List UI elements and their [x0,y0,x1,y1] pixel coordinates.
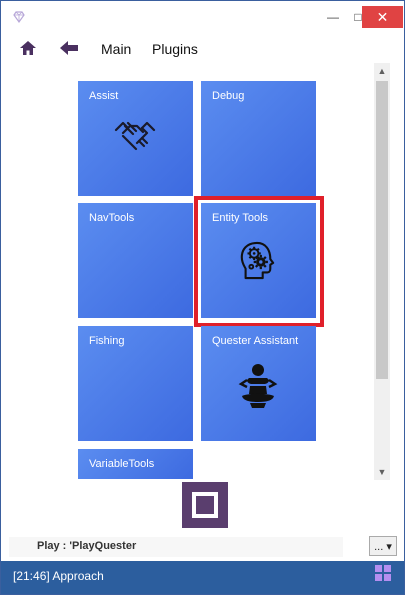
tile-variabletools[interactable]: VariableTools [78,449,193,479]
home-icon[interactable] [19,39,37,57]
grid-icon[interactable] [375,565,391,581]
play-status: Play : 'PlayQuester [9,537,343,557]
scroll-thumb[interactable] [376,81,388,379]
scroll-down-button[interactable]: ▼ [374,464,390,480]
tile-label: NavTools [89,212,135,224]
nav-bar: Main Plugins [1,33,404,63]
tile-label: Assist [89,90,119,102]
tile-fishing[interactable]: Fishing [78,326,193,441]
log-text: [21:46] Approach [13,569,104,583]
app-window: — □ ✕ Main Plugins Assist Debug NavTools… [0,0,405,595]
play-status-text: Play : 'PlayQuester [37,540,137,552]
nav-plugins-link[interactable]: Plugins [152,41,198,57]
tile-navtools[interactable]: NavTools [78,203,193,318]
close-button[interactable]: ✕ [362,6,403,28]
tile-quester-assistant[interactable]: Quester Assistant [201,326,316,441]
tile-debug[interactable]: Debug [201,81,316,196]
diamond-icon [13,11,25,24]
meditating-person-icon [238,364,278,408]
stop-icon [192,492,218,518]
tile-label: Debug [212,90,245,102]
nav-main-link[interactable]: Main [101,41,131,57]
log-status-bar: [21:46] Approach [1,561,404,594]
scroll-up-button[interactable]: ▲ [374,63,390,79]
stop-button[interactable] [182,482,228,528]
back-arrow-icon[interactable] [59,39,79,57]
tile-label: Quester Assistant [212,335,299,347]
tile-label: VariableTools [89,458,155,470]
tile-label: Fishing [89,335,125,347]
tile-selection-highlight [194,196,324,327]
title-bar[interactable]: — □ ✕ [1,1,404,33]
options-dropdown[interactable]: ... ▾ [369,536,397,556]
handshake-icon [114,121,156,151]
tile-assist[interactable]: Assist [78,81,193,196]
vertical-scrollbar[interactable]: ▲ ▼ [374,63,390,480]
minimize-button[interactable]: — [319,1,347,33]
